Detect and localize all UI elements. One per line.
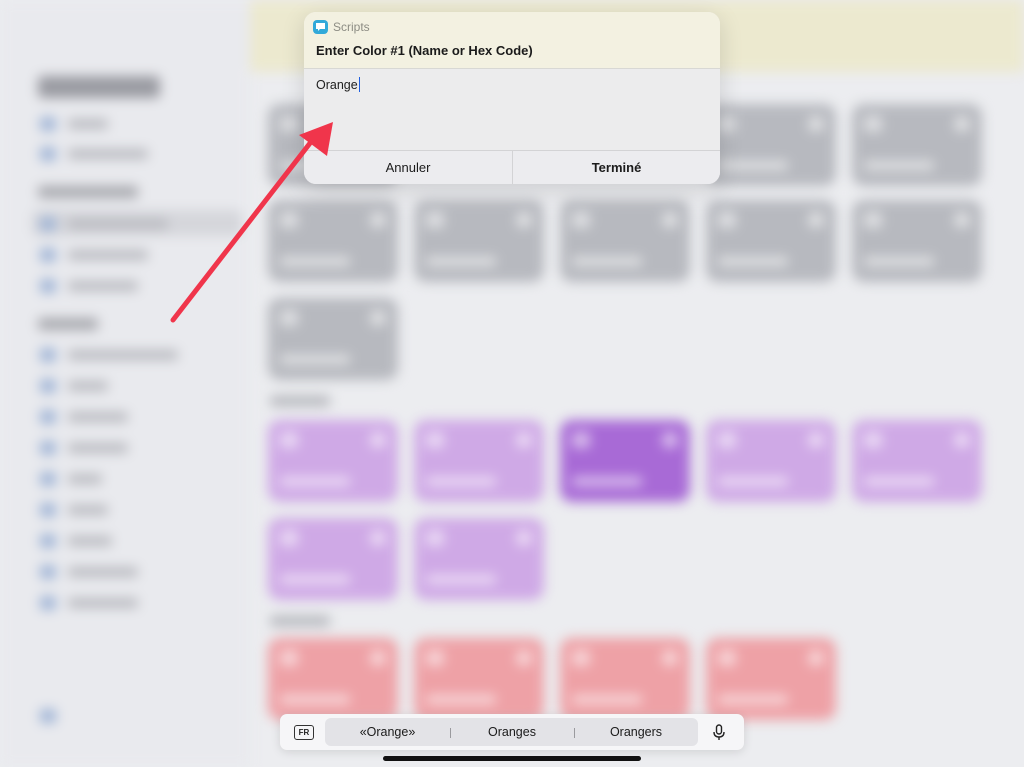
suggestion-3[interactable]: Orangers <box>574 718 698 746</box>
keyboard-shortcut-bar: FR «Orange» Oranges Orangers <box>280 714 744 750</box>
annotation-arrow <box>170 122 333 323</box>
suggestion-1[interactable]: «Orange» <box>325 718 450 746</box>
suggestion-2[interactable]: Oranges <box>450 718 574 746</box>
keyboard-language-button[interactable]: FR <box>294 725 314 740</box>
home-indicator <box>383 756 641 761</box>
microphone-icon[interactable] <box>712 724 726 746</box>
predictive-suggestions: «Orange» Oranges Orangers <box>325 718 698 746</box>
